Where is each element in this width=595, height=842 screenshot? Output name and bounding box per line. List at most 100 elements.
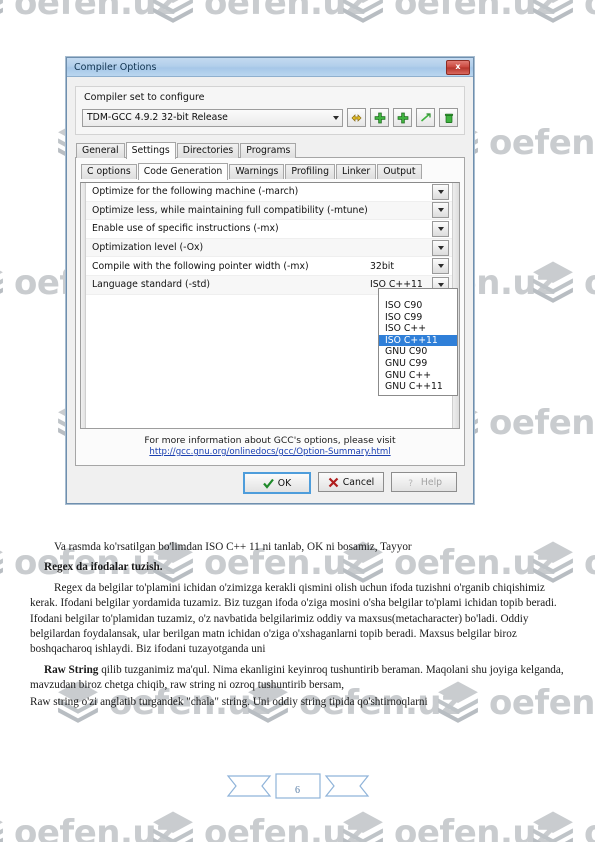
tab-directories[interactable]: Directories	[176, 143, 240, 158]
language-standard-dropdown[interactable]: ISO C90 ISO C99 ISO C++ ISO C++11 GNU C9…	[378, 288, 458, 396]
svg-text:?: ?	[408, 479, 413, 488]
tab-general[interactable]: General	[76, 143, 125, 158]
settings-tabs: General Settings Directories Programs	[76, 142, 465, 159]
chevron-down-icon	[437, 264, 444, 269]
option-dropdown-button[interactable]	[432, 239, 449, 256]
dropdown-item-iso-c90[interactable]: ISO C90	[379, 300, 457, 312]
close-icon[interactable]: x	[446, 59, 470, 75]
watermark-tile: oefen.uz	[0, 810, 176, 842]
watermark-text: oefen.uz	[584, 263, 595, 303]
tab-warnings[interactable]: Warnings	[229, 164, 285, 179]
check-icon	[262, 478, 274, 489]
watermark-tile: oefen.uz	[150, 0, 366, 26]
doc-paragraph-2: Raw String qilib tuzganimiz ma'qul. Nima…	[30, 663, 573, 694]
option-row-march[interactable]: Optimize for the following machine (-mar…	[86, 183, 452, 202]
tab-c-options[interactable]: C options	[81, 164, 137, 179]
copy-compiler-set-icon	[397, 112, 408, 123]
chevron-down-icon	[437, 245, 444, 250]
stacked-layers-logo	[0, 820, 3, 842]
chevron-down-icon	[333, 115, 339, 120]
dropdown-item-iso-cpp11[interactable]: ISO C++11	[379, 334, 457, 347]
tab-settings[interactable]: Settings	[125, 142, 176, 159]
stacked-layers-logo	[0, 0, 3, 14]
gcc-info-text: For more information about GCC's options…	[144, 435, 396, 446]
option-value: 32bit	[370, 260, 394, 272]
help-button-label: Help	[420, 476, 443, 488]
watermark-text: oefen.uz	[394, 0, 556, 23]
stacked-layers-logo	[343, 811, 383, 842]
chevron-down-icon	[437, 208, 444, 213]
dropdown-item-gnu-cpp[interactable]: GNU C++	[379, 370, 457, 382]
stacked-layers-logo	[153, 0, 193, 23]
watermark-text: oefen.uz	[14, 0, 176, 23]
chevron-down-icon	[437, 282, 444, 287]
watermark-text: oefen.uz	[14, 813, 176, 842]
option-dropdown-button[interactable]	[432, 202, 449, 219]
doc-paragraph-3: Raw string o'zi anglatib turgandek "chal…	[30, 695, 428, 708]
tab-profiling[interactable]: Profiling	[285, 164, 335, 179]
doc-raw-string-term: Raw String	[44, 663, 99, 676]
stacked-layers-logo	[533, 811, 573, 842]
code-generation-tabs: C options Code Generation Warnings Profi…	[81, 163, 460, 180]
add-compiler-set-button[interactable]	[370, 108, 389, 127]
compiler-set-select[interactable]: TDM-GCC 4.9.2 32-bit Release	[82, 108, 343, 127]
cancel-button-label: Cancel	[342, 476, 375, 488]
tab-programs[interactable]: Programs	[240, 143, 297, 158]
option-label: Enable use of specific instructions (-mx…	[92, 223, 279, 235]
cancel-button[interactable]: Cancel	[318, 472, 384, 492]
stacked-layers-logo	[533, 0, 573, 23]
help-button[interactable]: ? Help	[391, 472, 457, 492]
stacked-layers-logo	[343, 0, 383, 23]
option-row-pointer-width[interactable]: Compile with the following pointer width…	[86, 257, 452, 276]
watermark-tile: oefen.uz	[340, 810, 556, 842]
doc-paragraph-1: Regex da belgilar to'plamini ichidan o'z…	[30, 581, 557, 656]
watermark-tile: oefen.uz	[0, 0, 176, 26]
doc-heading: Regex da ifodalar tuzish.	[44, 561, 163, 574]
watermark-tile: oefen.uz	[530, 0, 595, 26]
compiler-set-group: Compiler set to configure TDM-GCC 4.9.2 …	[75, 86, 465, 135]
question-icon: ?	[408, 479, 413, 488]
auto-find-compiler-button[interactable]	[416, 108, 435, 127]
dropdown-item-gnu-cpp11[interactable]: GNU C++11	[379, 381, 457, 393]
option-dropdown-button[interactable]	[432, 220, 449, 237]
cross-icon	[328, 477, 339, 487]
compiler-set-label: Compiler set to configure	[84, 92, 205, 103]
chevron-down-icon	[437, 189, 444, 194]
tab-linker[interactable]: Linker	[335, 164, 377, 179]
watermark-text: oefen.uz	[204, 0, 366, 23]
watermark-text: oefen.uz	[584, 0, 595, 23]
option-dropdown-button[interactable]	[432, 258, 449, 275]
copy-compiler-set-button[interactable]	[393, 108, 412, 127]
gcc-options-link[interactable]: http://gcc.gnu.org/onlinedocs/gcc/Option…	[149, 447, 390, 457]
dropdown-item-gnu-c90[interactable]: GNU C90	[379, 346, 457, 358]
add-compiler-set-icon	[374, 112, 385, 123]
ok-button[interactable]: OK	[243, 472, 311, 494]
dropdown-item-iso-c99[interactable]: ISO C99	[379, 312, 457, 324]
watermark-text: oefen.uz	[204, 813, 366, 842]
tab-code-generation[interactable]: Code Generation	[137, 163, 229, 180]
option-row-mx-instructions[interactable]: Enable use of specific instructions (-mx…	[86, 220, 452, 239]
tab-output[interactable]: Output	[377, 164, 422, 179]
delete-compiler-set-button[interactable]	[439, 108, 458, 127]
option-label: Optimize less, while maintaining full co…	[92, 204, 368, 216]
option-label: Language standard (-std)	[92, 279, 211, 291]
rename-compiler-set-button[interactable]	[347, 108, 366, 127]
dropdown-item-iso-cpp[interactable]: ISO C++	[379, 323, 457, 335]
doc-paragraph-2-text: qilib tuzganimiz ma'qul. Nima ekanligini…	[30, 663, 564, 692]
watermark-tile: oefen.uz	[150, 810, 366, 842]
watermark-text: oefen.uz	[584, 813, 595, 842]
dropdown-item-gnu-c99[interactable]: GNU C99	[379, 358, 457, 370]
doc-line-1: Va rasmda ko'rsatilgan bo'limdan ISO C++…	[54, 541, 412, 553]
option-label: Optimize for the following machine (-mar…	[92, 186, 299, 198]
option-row-mtune[interactable]: Optimize less, while maintaining full co…	[86, 201, 452, 221]
watermark-text: oefen.uz	[489, 123, 595, 163]
page-number: 6	[295, 785, 300, 796]
compiler-options-dialog: Compiler Options x Compiler set to confi…	[66, 57, 474, 504]
ok-button-label: OK	[277, 477, 292, 489]
option-dropdown-button[interactable]	[432, 183, 449, 200]
compiler-set-row: TDM-GCC 4.9.2 32-bit Release	[82, 108, 458, 127]
page-footer: 6	[0, 768, 595, 812]
delete-compiler-set-icon	[444, 113, 453, 123]
compiler-set-value: TDM-GCC 4.9.2 32-bit Release	[87, 112, 228, 123]
option-row-optimization-level[interactable]: Optimization level (-Ox)	[86, 238, 452, 258]
